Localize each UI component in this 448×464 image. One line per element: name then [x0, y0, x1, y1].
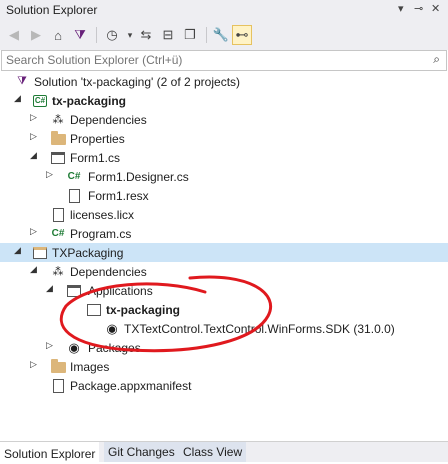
forward-icon[interactable]: ▶: [26, 25, 46, 45]
pin-icon[interactable]: ⊸: [414, 2, 423, 15]
tree-row-dependencies[interactable]: ▷ ⁂ Dependencies: [0, 110, 448, 129]
tree-row-program[interactable]: ▷ C# Program.cs: [0, 224, 448, 243]
tree-row-images[interactable]: ▷ Images: [0, 357, 448, 376]
collapse-icon[interactable]: ⊟: [158, 25, 178, 45]
title-bar: Solution Explorer ▾ ⊸ ✕: [0, 0, 448, 20]
expanded-arrow-icon[interactable]: ◢: [14, 245, 24, 256]
applications-label: Applications: [88, 284, 153, 298]
manifest-label: Package.appxmanifest: [70, 379, 192, 393]
tree-row-project-tx-packaging[interactable]: ◢ C# tx-packaging: [0, 91, 448, 110]
bottom-tab-bar: Solution Explorer Git Changes Class View: [0, 441, 448, 464]
tree-row-project-txpackaging[interactable]: ◢ TXPackaging: [0, 243, 448, 262]
app-reference-icon: [86, 302, 102, 317]
search-input[interactable]: [2, 51, 406, 68]
dependencies-icon: ⁂: [52, 114, 64, 126]
dependencies-label: Dependencies: [70, 265, 147, 279]
tree-row-form1-designer[interactable]: ▷ C# Form1.Designer.cs: [0, 167, 448, 186]
tree-row-properties[interactable]: ▷ Properties: [0, 129, 448, 148]
window-dropdown-icon[interactable]: ▾: [398, 2, 404, 15]
app-reference-label: tx-packaging: [106, 303, 181, 317]
tree-row-packages[interactable]: ▷ ◉ Packages: [0, 338, 448, 357]
form-icon: [50, 150, 66, 165]
tree-row-sdk[interactable]: ◉ TXTextControl.TextControl.WinForms.SDK…: [0, 319, 448, 338]
solution-tree: ⧩ Solution 'tx-packaging' (2 of 2 projec…: [0, 72, 448, 438]
form1-label: Form1.cs: [70, 151, 121, 165]
sdk-icon: ◉: [106, 320, 118, 336]
resx-file-icon: [66, 188, 82, 203]
collapsed-arrow-icon[interactable]: ▷: [46, 340, 56, 351]
expanded-arrow-icon[interactable]: ◢: [30, 150, 40, 161]
licenses-label: licenses.licx: [70, 208, 135, 222]
folder-icon: [50, 131, 66, 146]
collapsed-arrow-icon[interactable]: ▷: [46, 169, 56, 180]
properties-label: Properties: [70, 132, 125, 146]
preview-icon[interactable]: ⊷: [232, 25, 252, 45]
toolbar: ◀ ▶ ⌂ ⧩ ◷ ▾ ⇆ ⊟ ❐ 🔧 ⊷: [0, 20, 448, 50]
expanded-arrow-icon[interactable]: ◢: [30, 264, 40, 275]
tab-git-changes[interactable]: Git Changes: [104, 442, 179, 462]
project-label: tx-packaging: [52, 94, 127, 108]
manifest-file-icon: [50, 378, 66, 393]
collapsed-arrow-icon[interactable]: ▷: [30, 112, 40, 123]
packages-icon: ◉: [68, 339, 80, 355]
csharp-file-icon: C#: [67, 171, 81, 182]
solution-icon: ⧩: [17, 75, 27, 87]
tree-row-applications[interactable]: ◢ Applications: [0, 281, 448, 300]
collapsed-arrow-icon[interactable]: ▷: [30, 226, 40, 237]
tree-row-app-reference[interactable]: tx-packaging: [0, 300, 448, 319]
window-title: Solution Explorer: [6, 3, 98, 17]
collapsed-arrow-icon[interactable]: ▷: [30, 131, 40, 142]
close-icon[interactable]: ✕: [431, 2, 440, 15]
tree-row-dependencies[interactable]: ◢ ⁂ Dependencies: [0, 262, 448, 281]
project-label: TXPackaging: [52, 246, 124, 260]
show-all-files-icon[interactable]: ❐: [180, 25, 200, 45]
sdk-label: TXTextControl.TextControl.WinForms.SDK (…: [124, 322, 395, 336]
form1-designer-label: Form1.Designer.cs: [88, 170, 189, 184]
folder-icon: [50, 359, 66, 374]
collapsed-arrow-icon[interactable]: ▷: [30, 359, 40, 370]
back-icon[interactable]: ◀: [4, 25, 24, 45]
packaging-project-icon: [32, 245, 48, 260]
program-label: Program.cs: [70, 227, 132, 241]
search-icon[interactable]: ⌕: [433, 52, 440, 67]
form1-resx-label: Form1.resx: [88, 189, 149, 203]
solution-label: Solution 'tx-packaging' (2 of 2 projects…: [34, 75, 241, 89]
license-file-icon: [50, 207, 66, 222]
toolbar-separator: [96, 27, 97, 43]
properties-icon[interactable]: 🔧: [211, 25, 231, 45]
tab-class-view[interactable]: Class View: [179, 442, 247, 462]
history-icon[interactable]: ◷: [102, 25, 122, 45]
tree-row-solution[interactable]: ⧩ Solution 'tx-packaging' (2 of 2 projec…: [0, 72, 448, 91]
csharp-file-icon: C#: [51, 228, 65, 239]
tree-row-manifest[interactable]: Package.appxmanifest: [0, 376, 448, 395]
tree-row-licenses[interactable]: licenses.licx: [0, 205, 448, 224]
expanded-arrow-icon[interactable]: ◢: [46, 283, 56, 294]
applications-icon: [66, 283, 82, 298]
tree-row-form1[interactable]: ◢ Form1.cs: [0, 148, 448, 167]
toolbar-separator: [206, 27, 207, 43]
vs-switch-icon[interactable]: ⧩: [70, 25, 90, 45]
home-icon[interactable]: ⌂: [48, 25, 68, 45]
tree-row-form1-resx[interactable]: Form1.resx: [0, 186, 448, 205]
expanded-arrow-icon[interactable]: ◢: [14, 93, 24, 104]
sync-icon[interactable]: ⇆: [136, 25, 156, 45]
csharp-project-icon: C#: [32, 94, 48, 107]
dependencies-label: Dependencies: [70, 113, 147, 127]
images-label: Images: [70, 360, 110, 374]
search-box: ⌕: [1, 50, 447, 71]
dependencies-icon: ⁂: [52, 266, 64, 278]
packages-label: Packages: [88, 341, 141, 355]
